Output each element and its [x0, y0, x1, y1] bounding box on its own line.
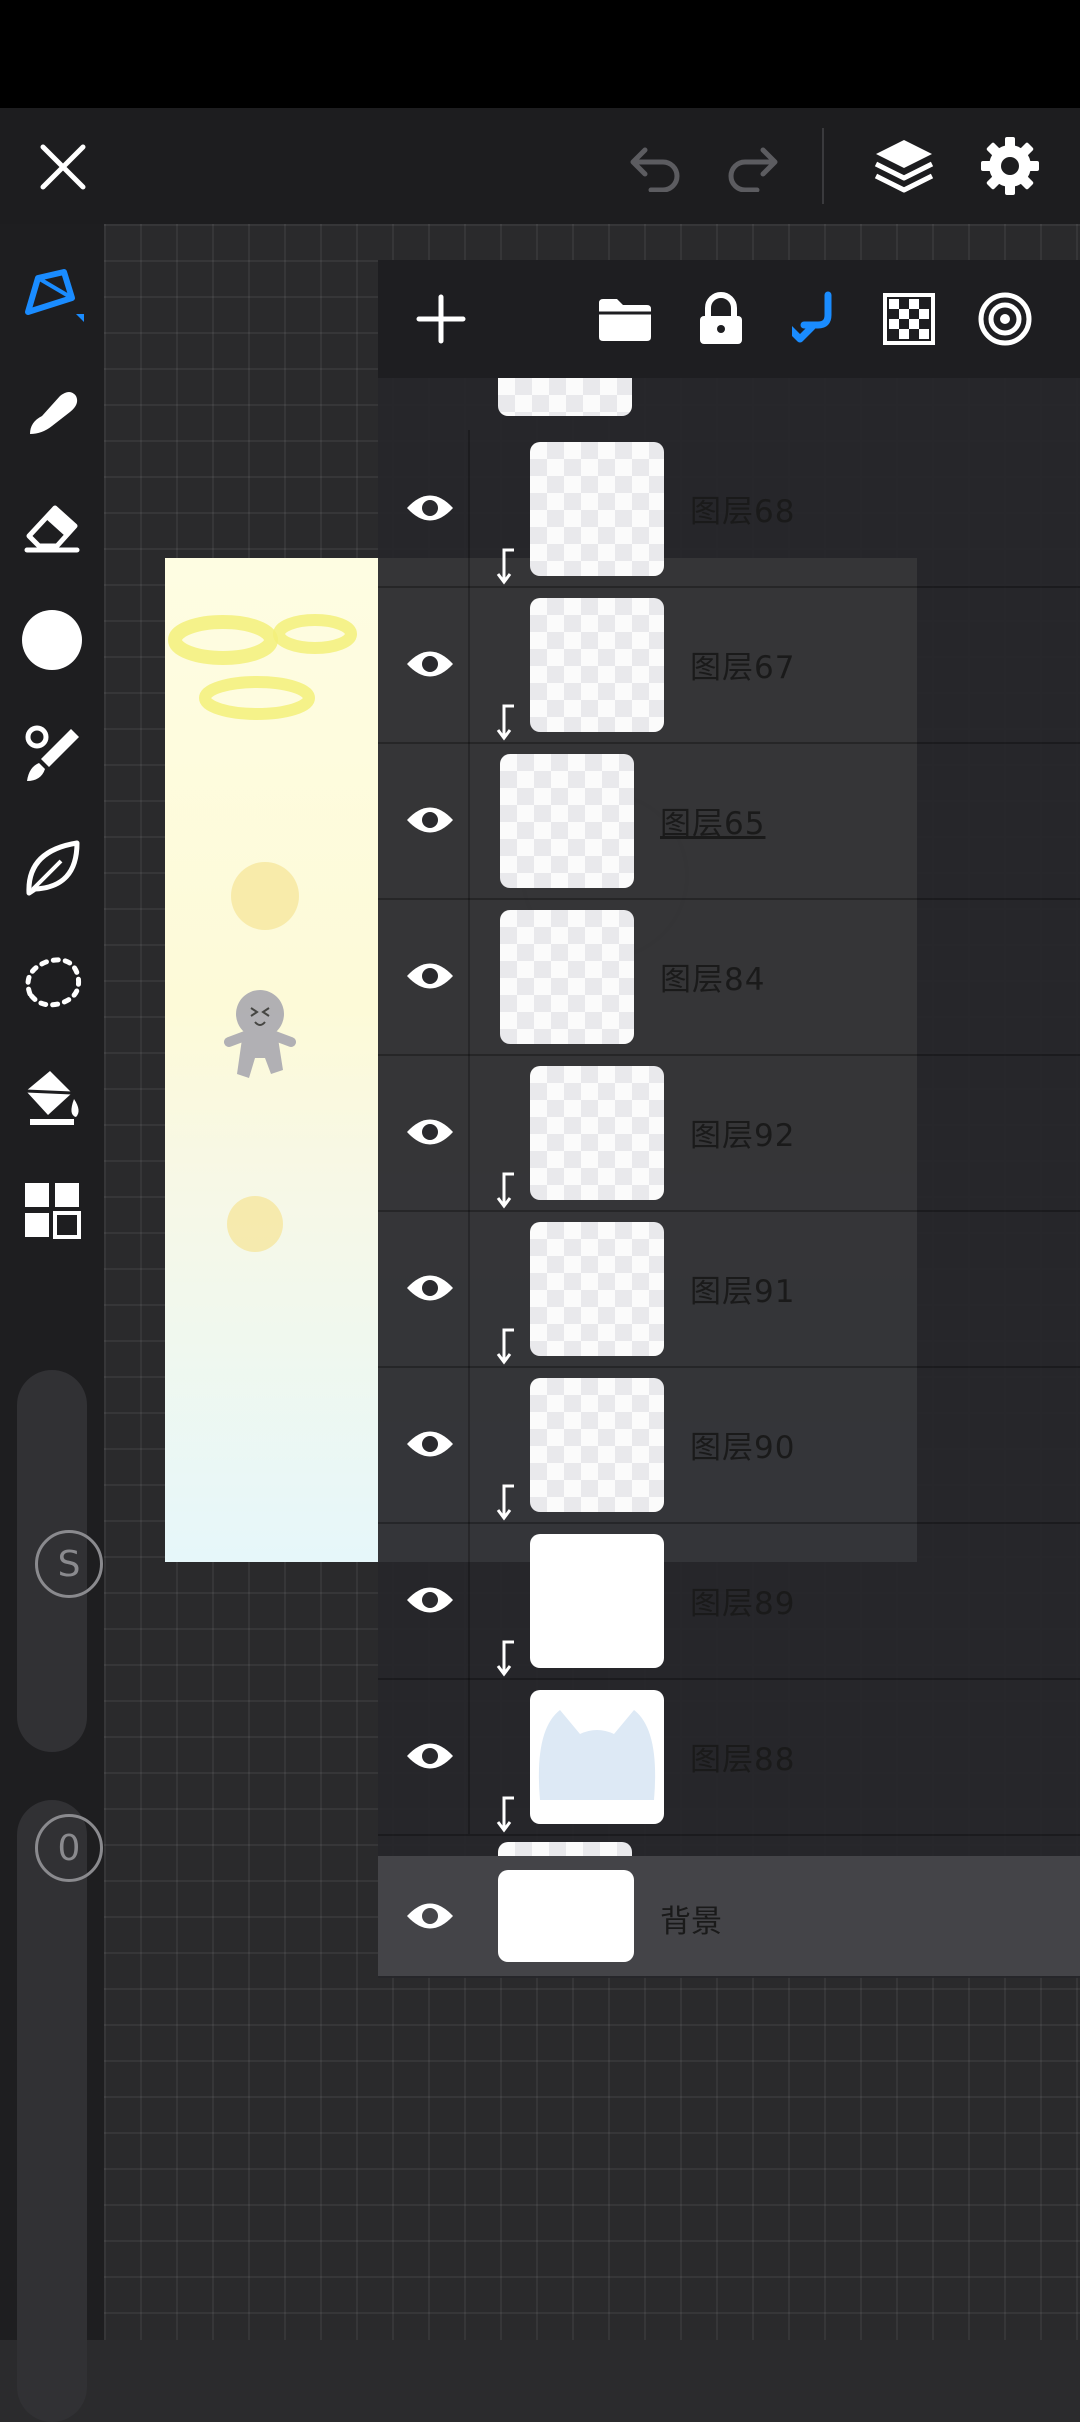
clip-arrow-icon: [496, 548, 514, 585]
redo-icon[interactable]: [718, 134, 788, 200]
clipping-mask-icon[interactable]: [778, 282, 852, 356]
row-divider: [468, 898, 470, 1054]
smudge-tool[interactable]: [16, 376, 88, 448]
layer-row[interactable]: 图层92: [378, 1054, 1080, 1212]
layer-row[interactable]: 图层88: [378, 1678, 1080, 1836]
layer-name: 图层84: [660, 962, 766, 998]
top-toolbar: [0, 108, 1080, 224]
visibility-eye-icon[interactable]: [396, 630, 464, 698]
dotted-lasso-icon[interactable]: [16, 946, 88, 1018]
layer-thumbnail: [500, 754, 634, 888]
folder-icon[interactable]: [588, 282, 662, 356]
layer-name: 图层89: [690, 1586, 796, 1622]
row-divider: [468, 586, 470, 742]
layer-row[interactable]: 图层67: [378, 586, 1080, 744]
background-layer-row[interactable]: 背景: [378, 1856, 1080, 1976]
layer-row[interactable]: 图层84: [378, 898, 1080, 1056]
layer-thumbnail: [530, 1066, 664, 1200]
visibility-eye-icon[interactable]: [396, 1882, 464, 1950]
visibility-eye-icon[interactable]: [396, 474, 464, 542]
layers-panel-toolbar: [378, 260, 1080, 378]
row-divider: [468, 1522, 470, 1678]
layer-thumbnail: [530, 598, 664, 732]
visibility-eye-icon[interactable]: [396, 1410, 464, 1478]
visibility-eye-icon[interactable]: [396, 942, 464, 1010]
undo-icon[interactable]: [620, 134, 690, 200]
status-bar: [0, 0, 1080, 108]
row-divider: [468, 1054, 470, 1210]
pen-tool[interactable]: [16, 260, 88, 332]
leaf-icon[interactable]: [16, 832, 88, 904]
layer-thumbnail: [500, 910, 634, 1044]
grid-icon[interactable]: [16, 1174, 88, 1246]
layer-name: 图层88: [690, 1742, 796, 1778]
lock-icon[interactable]: [684, 282, 758, 356]
visibility-eye-icon[interactable]: [396, 1722, 464, 1790]
visibility-eye-icon[interactable]: [396, 1098, 464, 1166]
row-divider: [468, 1210, 470, 1366]
clip-arrow-icon: [496, 1172, 514, 1209]
layer-row-partial: [378, 1834, 1080, 1856]
visibility-eye-icon[interactable]: [396, 786, 464, 854]
clip-arrow-icon: [496, 1796, 514, 1833]
layer-thumbnail: [530, 1690, 664, 1824]
layer-thumbnail: [530, 1534, 664, 1668]
background-thumbnail: [498, 1870, 634, 1962]
topbar-divider: [822, 128, 824, 204]
character-figure: [224, 990, 296, 1078]
color-circle-icon[interactable]: [16, 604, 88, 676]
layer-name: 图层91: [690, 1274, 796, 1310]
clip-arrow-icon: [496, 1328, 514, 1365]
eraser-tool[interactable]: [16, 490, 88, 562]
paint-bucket-icon[interactable]: [16, 1060, 88, 1132]
opacity-slider-badge: 0: [35, 1814, 103, 1882]
layer-thumbnail: [530, 442, 664, 576]
layer-thumbnail: [530, 1378, 664, 1512]
layer-row[interactable]: 图层90: [378, 1366, 1080, 1524]
brush-icon[interactable]: [16, 718, 88, 790]
gear-icon[interactable]: [974, 130, 1046, 202]
reference-icon[interactable]: [968, 282, 1042, 356]
row-divider: [468, 742, 470, 898]
layer-row-selected[interactable]: 图层65: [378, 742, 1080, 900]
layers-panel: 图层68 图层67 图层65 图层84 图层92 图层91 图层90 图层89 …: [378, 260, 1080, 1978]
layer-name: 图层68: [690, 494, 796, 530]
background-layer-name: 背景: [660, 1904, 722, 1940]
layer-name: 图层92: [690, 1118, 796, 1154]
visibility-eye-icon[interactable]: [396, 1566, 464, 1634]
add-icon[interactable]: [404, 282, 478, 356]
row-divider: [468, 1366, 470, 1522]
alpha-lock-icon[interactable]: [872, 282, 946, 356]
layer-row[interactable]: 图层89: [378, 1522, 1080, 1680]
layer-thumbnail: [498, 1842, 632, 1856]
close-icon[interactable]: [28, 132, 98, 202]
row-divider: [468, 1678, 470, 1834]
size-slider[interactable]: S: [17, 1370, 103, 1752]
layer-row[interactable]: 图层91: [378, 1210, 1080, 1368]
layers-icon[interactable]: [866, 130, 942, 202]
row-divider: [468, 430, 470, 586]
opacity-slider[interactable]: 0: [17, 1800, 103, 2422]
layer-name: 图层65: [660, 806, 766, 842]
left-toolbar: S 0: [0, 224, 104, 2422]
layer-row[interactable]: 图层68: [378, 430, 1080, 588]
clip-arrow-icon: [496, 704, 514, 741]
layer-thumbnail: [530, 1222, 664, 1356]
layer-name: 图层67: [690, 650, 796, 686]
size-slider-badge: S: [35, 1530, 103, 1598]
clip-arrow-icon: [496, 1640, 514, 1677]
layer-thumbnail: [498, 378, 632, 416]
clip-arrow-icon: [496, 1484, 514, 1521]
layer-name: 图层90: [690, 1430, 796, 1466]
visibility-eye-icon[interactable]: [396, 1254, 464, 1322]
